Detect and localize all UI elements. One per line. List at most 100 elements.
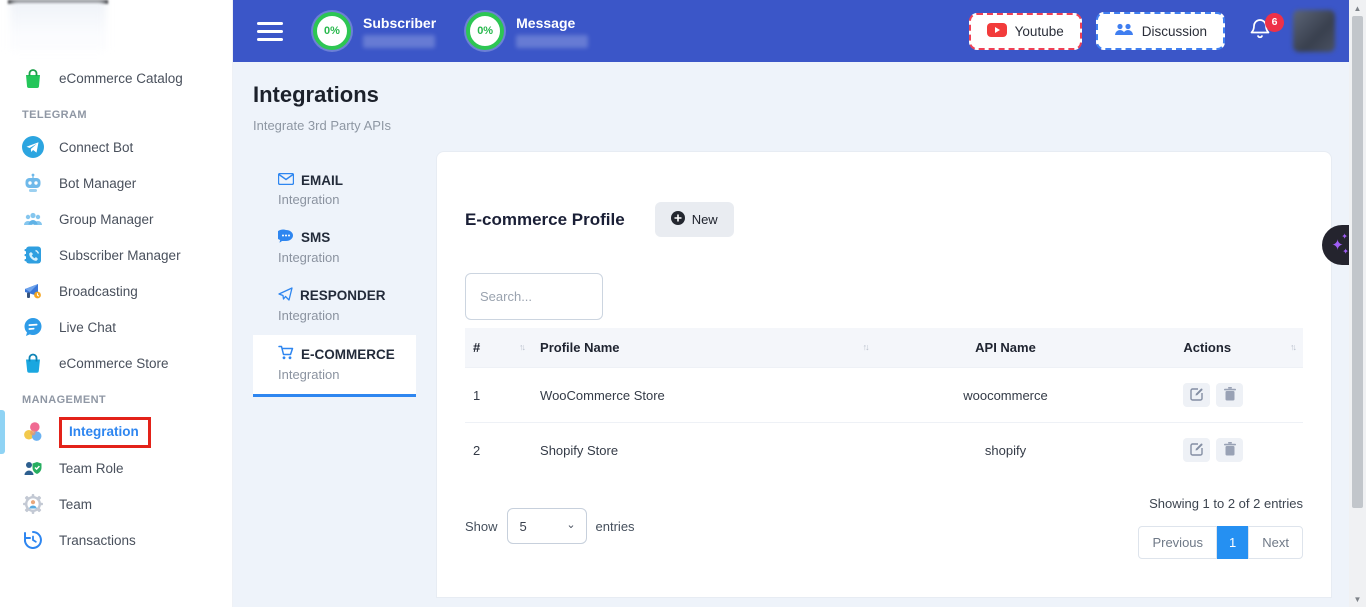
user-avatar[interactable] (1293, 10, 1335, 52)
entries-summary: Showing 1 to 2 of 2 entries (1149, 496, 1303, 511)
api-name-cell: woocommerce (876, 368, 1136, 423)
message-stat-label: Message (516, 15, 588, 31)
tab-sms-integration[interactable]: SMS Integration (253, 219, 416, 277)
search-input[interactable] (465, 273, 603, 320)
delete-button[interactable] (1216, 438, 1243, 462)
sidebar-item-label: Subscriber Manager (59, 248, 181, 263)
show-label: Show (465, 519, 498, 534)
sort-icon[interactable]: ↑↓ (863, 342, 868, 352)
page-size-select[interactable]: 5 (507, 508, 587, 544)
sidebar-item-team[interactable]: Team (0, 486, 232, 522)
plus-circle-icon (671, 211, 685, 228)
youtube-button[interactable]: Youtube (969, 13, 1082, 50)
scroll-down-arrow[interactable]: ▼ (1349, 591, 1366, 607)
active-item-indicator (0, 410, 5, 454)
edit-pencil-icon (1190, 387, 1204, 404)
tab-responder-integration[interactable]: RESPONDER Integration (253, 277, 416, 335)
blue-shopping-bag-icon (22, 352, 44, 374)
sms-bubble-icon (278, 229, 294, 246)
notification-count-badge: 6 (1265, 13, 1284, 32)
next-page-button[interactable]: Next (1248, 526, 1303, 559)
table-row: 1 WooCommerce Store woocommerce (465, 368, 1303, 423)
profile-name-cell: Shopify Store (532, 423, 876, 478)
discussion-button[interactable]: Discussion (1096, 12, 1225, 50)
column-header-profile-name[interactable]: Profile Name↑↓ (532, 328, 876, 368)
column-header-actions[interactable]: Actions↑↓ (1135, 328, 1303, 368)
sidebar-item-live-chat[interactable]: Live Chat (0, 309, 232, 345)
integration-tabs: EMAIL Integration SMS Integration (253, 151, 416, 397)
subscriber-stat: 0% Subscriber (313, 12, 436, 50)
profiles-table: #↑↓ Profile Name↑↓ API Name Actions↑↓ 1 … (465, 328, 1303, 477)
api-name-cell: shopify (876, 423, 1136, 478)
youtube-icon (987, 23, 1007, 40)
sidebar-item-bot-manager[interactable]: Bot Manager (0, 165, 232, 201)
sidebar-item-label: eCommerce Store (59, 356, 169, 371)
tab-title: E-COMMERCE (301, 347, 395, 362)
sidebar-item-group-manager[interactable]: Group Manager (0, 201, 232, 237)
app-window: eCommerce Catalog TELEGRAM Connect Bot B… (0, 0, 1366, 607)
contact-book-icon (22, 244, 44, 266)
sidebar-item-team-role[interactable]: Team Role (0, 450, 232, 486)
scroll-up-arrow[interactable]: ▲ (1349, 0, 1366, 16)
column-header-api-name[interactable]: API Name (876, 328, 1136, 368)
current-page-button[interactable]: 1 (1217, 526, 1248, 559)
hamburger-menu-icon[interactable] (257, 22, 283, 41)
shield-person-icon (22, 457, 44, 479)
sidebar-section-management: MANAGEMENT (22, 394, 232, 406)
tab-email-integration[interactable]: EMAIL Integration (253, 163, 416, 219)
table-header-row: #↑↓ Profile Name↑↓ API Name Actions↑↓ (465, 328, 1303, 368)
page-title: Integrations (253, 82, 1349, 108)
youtube-button-label: Youtube (1015, 24, 1064, 39)
logo-blurred (10, 0, 106, 50)
sidebar-item-label: Broadcasting (59, 284, 138, 299)
message-progress-ring: 0% (466, 12, 504, 50)
subscriber-progress-ring: 0% (313, 12, 351, 50)
notification-bell[interactable]: 6 (1249, 17, 1271, 46)
page-subtitle: Integrate 3rd Party APIs (253, 118, 1349, 133)
sidebar-item-label: Integration (69, 424, 139, 439)
edit-button[interactable] (1183, 383, 1210, 407)
sidebar-item-connect-bot[interactable]: Connect Bot (0, 129, 232, 165)
green-shopping-bag-icon (22, 67, 44, 89)
delete-button[interactable] (1216, 383, 1243, 407)
app-logo (0, 0, 232, 60)
cart-icon (278, 345, 294, 363)
edit-pencil-icon (1190, 442, 1204, 459)
sort-icon[interactable]: ↑↓ (1290, 342, 1295, 352)
group-icon (22, 208, 44, 230)
sort-icon[interactable]: ↑↓ (519, 342, 524, 352)
column-header-num[interactable]: #↑↓ (465, 328, 532, 368)
table-row: 2 Shopify Store shopify (465, 423, 1303, 478)
telegram-icon (22, 136, 44, 158)
topbar: 0% Subscriber 0% Message Youtube Dis (233, 0, 1349, 62)
row-number: 2 (465, 423, 532, 478)
history-clock-icon (22, 529, 44, 551)
sidebar-item-label: Connect Bot (59, 140, 133, 155)
card-title: E-commerce Profile (465, 210, 625, 230)
megaphone-icon (22, 280, 44, 302)
page-size-control: Show 5 ⌄ entries (465, 493, 635, 559)
color-circles-icon (22, 421, 44, 443)
profile-name-cell: WooCommerce Store (532, 368, 876, 423)
vertical-scrollbar[interactable]: ▲ ▼ (1349, 0, 1366, 607)
envelope-icon (278, 173, 294, 188)
sidebar-section-telegram: TELEGRAM (22, 109, 232, 121)
previous-page-button[interactable]: Previous (1138, 526, 1217, 559)
tab-ecommerce-integration[interactable]: E-COMMERCE Integration (253, 335, 416, 397)
message-percent: 0% (477, 25, 493, 37)
sidebar-item-ecommerce-store[interactable]: eCommerce Store (0, 345, 232, 381)
sidebar-item-transactions[interactable]: Transactions (0, 522, 232, 558)
discussion-people-icon (1114, 22, 1134, 40)
edit-button[interactable] (1183, 438, 1210, 462)
sidebar-item-broadcasting[interactable]: Broadcasting (0, 273, 232, 309)
sidebar-item-integration[interactable]: Integration (0, 414, 232, 450)
sidebar-item-ecommerce-catalog[interactable]: eCommerce Catalog (0, 60, 232, 96)
tab-title: EMAIL (301, 173, 343, 188)
new-profile-button[interactable]: New (655, 202, 734, 237)
sidebar-item-label: Group Manager (59, 212, 154, 227)
ecommerce-profile-card: E-commerce Profile New #↑↓ Profile Name↑… (436, 151, 1332, 598)
sidebar-item-subscriber-manager[interactable]: Subscriber Manager (0, 237, 232, 273)
scrollbar-thumb[interactable] (1352, 16, 1363, 508)
sparkles-icon: ✦✦✦ (1331, 238, 1344, 253)
entries-label: entries (596, 519, 635, 534)
